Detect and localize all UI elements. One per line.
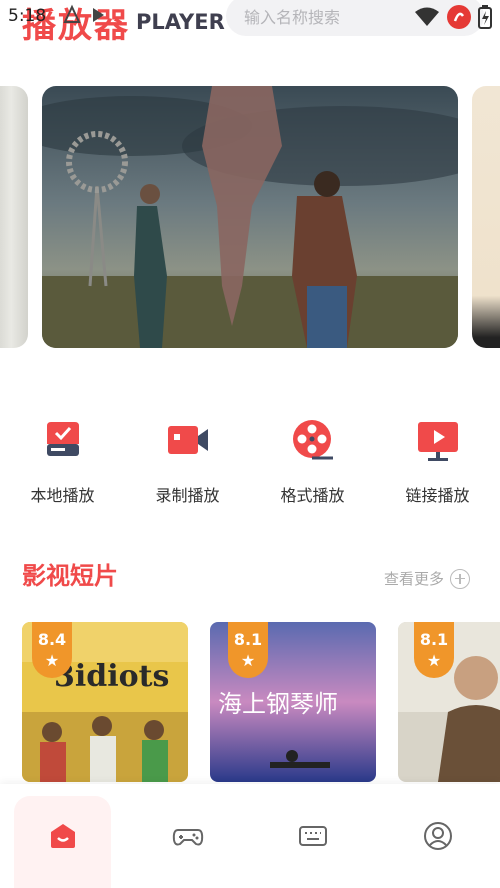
rating-value: 8.4 [37, 630, 67, 649]
gamepad-icon [172, 829, 203, 846]
bottom-nav [0, 784, 500, 888]
banner-next-slide[interactable] [472, 86, 500, 348]
banner-poster[interactable] [42, 86, 458, 348]
battery-icon [478, 5, 492, 33]
rating-badge: 8.1 ★ [414, 622, 454, 678]
home-icon [50, 824, 75, 848]
action-link-play-label: 链接播放 [405, 486, 470, 505]
rating-value: 8.1 [233, 630, 263, 649]
movie-card[interactable]: 海上钢琴师 8.1 ★ [210, 622, 376, 782]
nav-tab-home[interactable] [0, 784, 125, 888]
action-local-play-label: 本地播放 [30, 486, 95, 505]
action-format-play[interactable]: 格式播放 [250, 416, 375, 506]
record-badge-icon [446, 4, 472, 34]
action-link-play[interactable]: 链接播放 [375, 416, 500, 506]
star-icon: ★ [240, 651, 256, 670]
nav-tab-profile[interactable] [375, 784, 500, 888]
action-record-play-label: 录制播放 [155, 486, 220, 505]
section-title: 影视短片 [22, 562, 118, 590]
status-icons [62, 4, 108, 26]
movie-card[interactable]: 8.1 ★ [398, 622, 500, 782]
play-status-icon [88, 4, 108, 26]
rating-value: 8.1 [419, 630, 449, 649]
storage-icon [46, 422, 79, 456]
plus-circle-icon [450, 568, 471, 589]
status-time: 5:18 [8, 6, 47, 26]
film-reel-icon [292, 420, 333, 460]
banner-prev-slide[interactable] [0, 86, 28, 348]
user-icon [423, 822, 452, 850]
movie-card[interactable]: 3idiots 8.4 ★ [22, 622, 188, 782]
quick-actions: 本地播放 录制播放 格式播放 链接播放 [0, 416, 500, 506]
view-more-button[interactable]: 查看更多 [384, 568, 471, 589]
keyboard-icon [298, 826, 327, 846]
brand-logo-en: PLAYER [136, 10, 225, 34]
status-right-icons [414, 4, 492, 34]
nav-tab-keyboard[interactable] [250, 784, 375, 888]
camera-icon [167, 426, 208, 454]
rating-badge: 8.1 ★ [228, 622, 268, 678]
notification-icon [62, 4, 82, 26]
banner-poster-image [42, 86, 458, 348]
action-format-play-label: 格式播放 [280, 486, 345, 505]
wifi-icon [414, 7, 440, 31]
star-icon: ★ [426, 651, 442, 670]
movie-list: 3idiots 8.4 ★ 海上钢琴师 8.1 ★ 8.1 ★ [22, 622, 500, 782]
rating-badge: 8.4 ★ [32, 622, 72, 678]
view-more-label: 查看更多 [384, 570, 445, 588]
tv-play-icon [417, 422, 458, 461]
poster-title-text: 海上钢琴师 [218, 690, 338, 718]
star-icon: ★ [44, 651, 60, 670]
action-local-play[interactable]: 本地播放 [0, 416, 125, 506]
nav-tab-games[interactable] [125, 784, 250, 888]
action-record-play[interactable]: 录制播放 [125, 416, 250, 506]
